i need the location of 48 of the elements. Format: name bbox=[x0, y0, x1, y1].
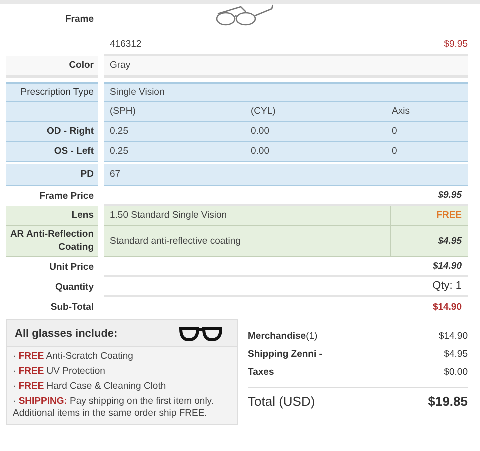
summary-value: $4.95 bbox=[444, 348, 468, 360]
pd-value: 67 bbox=[104, 164, 468, 186]
frame-price: $9.95 bbox=[444, 38, 468, 50]
table-cell-text: 0.00 bbox=[251, 126, 270, 137]
price: $9.95 bbox=[438, 190, 462, 200]
summary-value: $14.90 bbox=[438, 330, 468, 342]
row-label: Frame Price bbox=[38, 190, 95, 204]
price: FREE bbox=[390, 206, 468, 225]
table-cell-text: 0.25 bbox=[110, 146, 130, 157]
table-cell-text: 0.00 bbox=[251, 146, 270, 157]
row-label: Unit Price bbox=[48, 260, 95, 274]
column-header: Axis bbox=[392, 106, 411, 117]
summary-label: Shipping Zenni - bbox=[248, 348, 322, 360]
prescription-type-value: Single Vision bbox=[104, 82, 468, 102]
price: $14.90 bbox=[432, 302, 462, 312]
row-label: Quantity bbox=[54, 280, 95, 294]
total-value: $19.85 bbox=[428, 394, 468, 408]
frame-sku: 416312 bbox=[110, 38, 142, 50]
price: $4.95 bbox=[390, 226, 468, 256]
summary-label: Merchandise(1) bbox=[248, 330, 318, 342]
row-label: Prescription Type bbox=[6, 82, 98, 102]
summary-label: Taxes bbox=[248, 366, 274, 378]
lens-description: Standard anti-reflective coating bbox=[109, 236, 242, 246]
includes-title: All glasses include: bbox=[15, 328, 118, 340]
row-label: Color bbox=[6, 56, 98, 78]
feature-item: · SHIPPING: Pay shipping on the first item only. Additional items in the same order ship FREE. bbox=[13, 396, 215, 420]
price: $14.90 bbox=[432, 260, 462, 272]
quantity-value: Qty: 1 bbox=[432, 280, 462, 292]
row-label: Sub-Total bbox=[50, 300, 95, 314]
feature-item: · FREE Anti-Scratch Coating bbox=[13, 351, 134, 363]
row-label: PD bbox=[6, 164, 98, 186]
feature-item: · FREE UV Protection bbox=[13, 366, 106, 378]
table-cell-text: 0 bbox=[392, 146, 398, 157]
column-header: (SPH) bbox=[110, 106, 137, 117]
column-header: (CYL) bbox=[251, 106, 277, 117]
feature-item: · FREE Hard Case & Cleaning Cloth bbox=[13, 381, 168, 393]
row-label: OD - Right bbox=[6, 122, 98, 142]
lens-description: 1.50 Standard Single Vision bbox=[109, 210, 228, 221]
total-label: Total (USD) bbox=[248, 394, 316, 408]
glasses-icon bbox=[179, 326, 223, 342]
row-label: Frame bbox=[64, 12, 95, 26]
table-cell-text: 0 bbox=[392, 126, 398, 137]
row-label: AR Anti-Reflection Coating bbox=[6, 226, 98, 257]
row-label: OS - Left bbox=[6, 142, 98, 162]
summary-value: $0.00 bbox=[444, 366, 468, 378]
table-cell-text: 0.25 bbox=[110, 126, 130, 137]
row-label: Lens bbox=[6, 206, 98, 226]
color-value: Gray bbox=[104, 56, 468, 78]
